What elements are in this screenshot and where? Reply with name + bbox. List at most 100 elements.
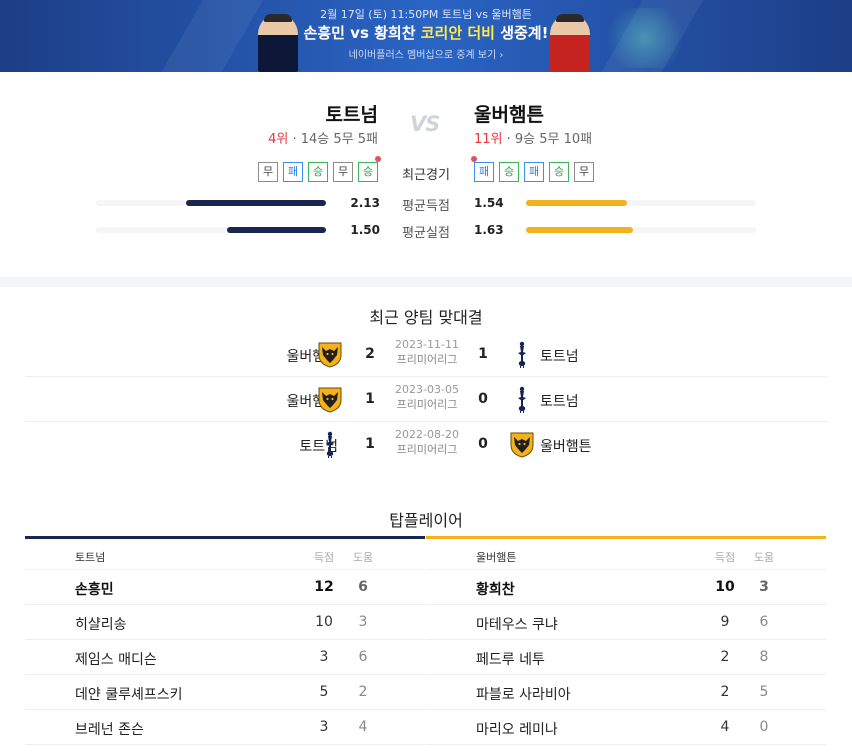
home-team-wdl: · 14승 5무 5패 [288,132,378,147]
away-team-record: 11위 · 9승 5무 10패 [474,128,592,147]
h2h-away-team: 토트넘 [540,349,579,365]
home-avg-goals-value: 2.13 [350,196,380,210]
form-result-badge: 무 [258,162,278,182]
form-result-badge: 승 [499,162,519,182]
home-recent-form: 무 패 승 무 승 [258,162,378,182]
home-avg-goals-bar [96,200,326,206]
form-result-badge: 승 [308,162,328,182]
home-top-players: 토트넘 득점 도움 손흥민 12 6 히샬리송 10 3 제임스 매디슨 3 6 데얀 쿨루… [25,536,425,745]
player-name: 마리오 레미나 [476,722,558,738]
goals-column-header: 득점 [313,551,335,564]
h2h-away-score: 0 [478,391,488,407]
recent-form-label: 최근경기 [402,168,450,183]
korean-derby-banner[interactable]: 2월 17일 (토) 11:50PM 토트넘 vs 울버햄튼 손흥민 vs 황희… [0,0,852,72]
h2h-match-date: 2023-03-05 [395,383,459,396]
goals-column-header: 득점 [714,551,736,564]
player-name: 파블로 사라비아 [476,687,571,703]
banner-membership-link[interactable]: 네이버플러스 멤버십으로 중계 보기 › [0,46,852,61]
h2h-home-score: 2 [365,346,375,362]
h2h-match-date: 2022-08-20 [395,428,459,441]
player-assists: 6 [358,579,368,595]
player-row[interactable]: 마리오 레미나 4 0 [426,710,826,745]
player-row[interactable]: 파블로 사라비아 2 5 [426,675,826,710]
player-name: 히샬리송 [75,617,127,633]
stat-bar-fill [227,227,326,233]
h2h-away-team: 토트넘 [540,394,579,410]
h2h-match-row[interactable]: 울버햄튼 2 2023-11-11 프리미어리그 1 토트넘 [25,332,828,377]
spurs-crest-icon [509,340,535,368]
home-team-record: 4위 · 14승 5무 5패 [268,128,378,147]
h2h-match-row[interactable]: 울버햄튼 1 2023-03-05 프리미어리그 0 토트넘 [25,377,828,422]
top-players-team-name: 울버햄튼 [476,551,517,564]
form-result-badge: 패 [524,162,544,182]
player-goals: 10 [315,614,333,630]
player-row[interactable]: 브레넌 존슨 3 4 [25,710,425,745]
h2h-league: 프리미어리그 [396,398,458,411]
player-goals: 9 [720,614,730,630]
h2h-match-row[interactable]: 토트넘 1 2022-08-20 프리미어리그 0 울버햄튼 [25,422,828,467]
player-assists: 4 [358,719,368,735]
stat-bar-fill [526,227,634,233]
player-assists: 3 [358,614,368,630]
player-name: 황희찬 [476,582,515,598]
avg-goals-label: 평균득점 [402,199,450,214]
form-result-badge: 무 [333,162,353,182]
away-avg-goals-value: 1.54 [474,196,504,210]
away-avg-goals-bar [526,200,756,206]
banner-headline: 손흥민 vs 황희찬 코리안 더비 생중계! [0,22,852,43]
h2h-league: 프리미어리그 [396,353,458,366]
banner-headline-tail: 생중계! [494,24,549,42]
top-players-team-name: 토트넘 [75,551,106,564]
player-goals: 3 [319,719,329,735]
player-row[interactable]: 황희찬 10 3 [426,570,826,605]
player-goals: 3 [319,649,329,665]
player-row[interactable]: 히샬리송 10 3 [25,605,425,640]
banner-headline-players: 손흥민 vs 황희찬 [303,24,421,42]
player-assists: 8 [759,649,769,665]
player-name: 마테우스 쿠냐 [476,617,558,633]
h2h-home-score: 1 [365,391,375,407]
away-avg-conceded-value: 1.63 [474,223,504,237]
player-row[interactable]: 제임스 매디슨 3 6 [25,640,425,675]
vs-mark: VS [410,112,440,136]
home-team-name[interactable]: 토트넘 [326,100,378,127]
form-result-badge: 패 [474,162,494,182]
h2h-match-date: 2023-11-11 [395,338,459,351]
form-result-badge: 패 [283,162,303,182]
player-name: 제임스 매디슨 [75,652,157,668]
assists-column-header: 도움 [753,551,775,564]
player-assists: 5 [759,684,769,700]
top-players-header: 토트넘 득점 도움 [25,539,425,570]
player-assists: 0 [759,719,769,735]
wolves-crest-icon [317,340,343,368]
player-name: 브레넌 존슨 [75,722,144,738]
player-assists: 3 [759,579,769,595]
player-name: 데얀 쿨루셰프스키 [75,687,183,703]
stat-bar-fill [526,200,628,206]
home-avg-conceded-bar [96,227,326,233]
h2h-away-score: 1 [478,346,488,362]
player-row[interactable]: 데얀 쿨루셰프스키 5 2 [25,675,425,710]
player-row[interactable]: 페드루 네투 2 8 [426,640,826,675]
avg-conceded-label: 평균실점 [402,226,450,241]
player-name: 페드루 네투 [476,652,545,668]
player-goals: 2 [720,684,730,700]
home-team-rank: 4위 [268,132,289,147]
latest-match-dot [375,156,381,162]
away-avg-conceded-bar [526,227,756,233]
banner-date-line: 2월 17일 (토) 11:50PM 토트넘 vs 울버햄튼 [320,8,532,21]
away-team-wdl: · 9승 5무 10패 [502,132,593,147]
player-name: 손흥민 [75,582,114,598]
assists-column-header: 도움 [352,551,374,564]
h2h-section-title: 최근 양팀 맞대결 [369,308,483,327]
h2h-home-score: 1 [365,436,375,452]
player-goals: 4 [720,719,730,735]
player-row[interactable]: 손흥민 12 6 [25,570,425,605]
player-goals: 5 [319,684,329,700]
match-summary-card: 토트넘 VS 울버햄튼 4위 · 14승 5무 5패 11위 · 9승 5무 1… [0,72,852,277]
stat-bar-fill [186,200,326,206]
form-result-badge: 승 [549,162,569,182]
away-team-name[interactable]: 울버햄튼 [474,100,544,127]
player-row[interactable]: 마테우스 쿠냐 9 6 [426,605,826,640]
player-assists: 6 [759,614,769,630]
